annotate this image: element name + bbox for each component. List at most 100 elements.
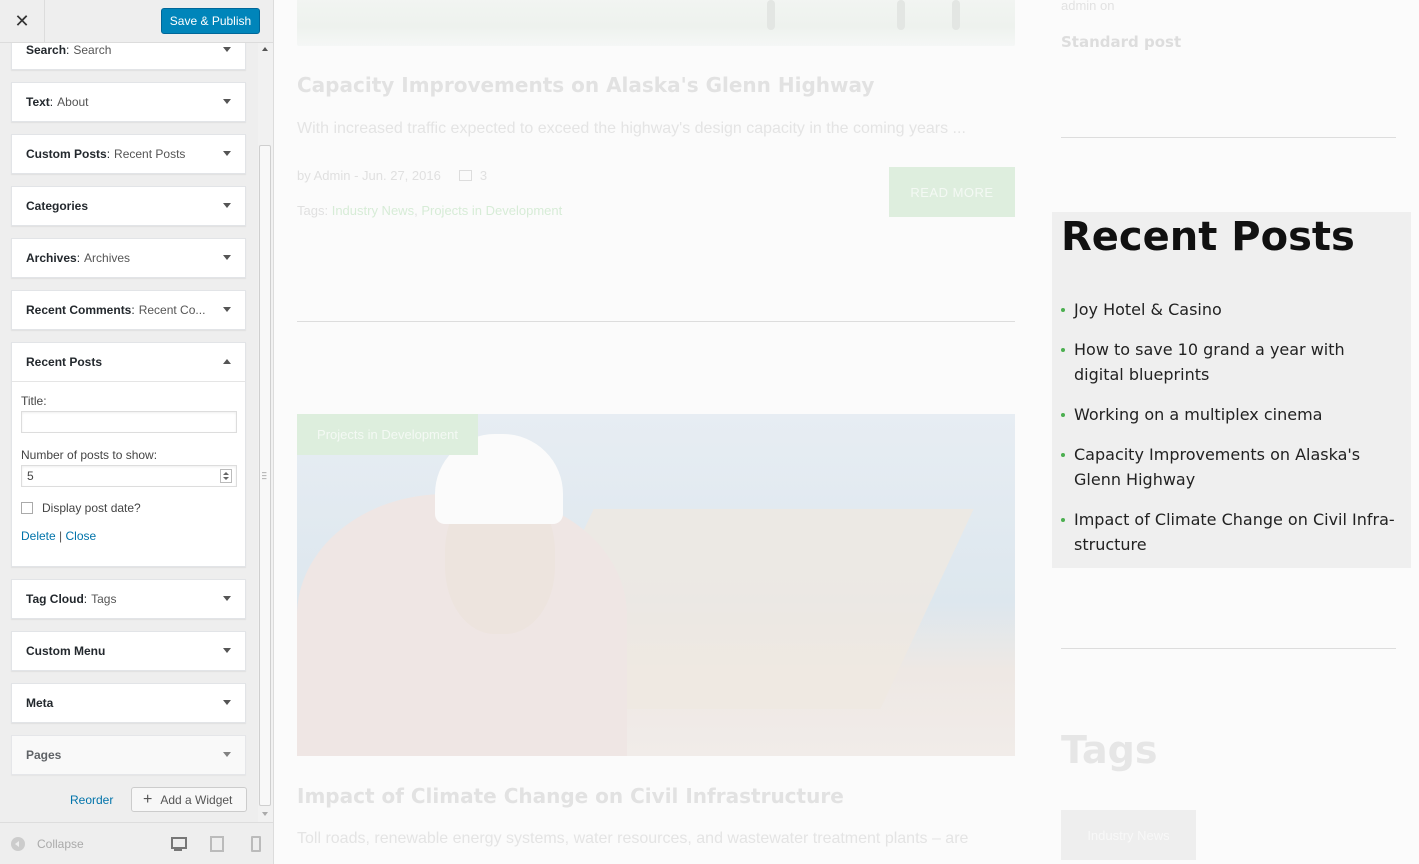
customizer-footer: Collapse [0,822,273,864]
tag-separator: , [414,203,418,218]
widget-tag-cloud[interactable]: Tag Cloud: Tags [11,579,246,619]
link-separator: | [59,529,63,543]
chevron-down-icon [223,99,231,104]
widget-custom-menu[interactable]: Custom Menu [11,631,246,671]
chevron-down-icon [223,255,231,260]
tags-label: Tags: [297,203,329,218]
widget-header[interactable]: Custom Posts: Recent Posts [12,135,245,173]
collapse-arrow-icon [11,837,25,851]
tablet-preview-icon[interactable] [209,836,225,852]
scroll-down-arrow-icon[interactable] [262,812,268,816]
widget-header[interactable]: Custom Menu [12,632,245,670]
comment-author: admin on [1061,0,1115,13]
widget-header[interactable]: Pages [12,736,245,774]
post-excerpt: Toll roads, renewable energy systems, wa… [297,830,969,847]
desktop-preview-icon[interactable] [170,837,187,851]
post-image-worker[interactable] [297,414,1015,756]
chevron-down-icon [223,648,231,653]
plus-icon: + [143,790,153,808]
widget-form: Title: Number of posts to show: 5 Displa… [12,381,245,543]
widget-recent-posts[interactable]: Recent Posts Title: Number of posts to s… [11,342,246,567]
chevron-down-icon [223,307,231,312]
mobile-preview-icon[interactable] [250,836,266,852]
widget-pages[interactable]: Pages [11,735,246,775]
scroll-up-arrow-icon[interactable] [262,47,268,51]
widget-actions: Delete | Close [21,529,236,543]
tree-shape [767,0,775,30]
add-widget-label: Add a Widget [160,792,233,807]
chevron-down-icon [223,596,231,601]
title-input[interactable] [21,411,237,433]
chevron-down-icon [223,700,231,705]
site-preview: Capacity Improvements on Alaska's Glenn … [274,0,1419,864]
divider [1061,648,1396,649]
divider [297,321,1015,322]
widget-list: Search: Search Text: About Custom Posts: Re… [0,0,258,822]
close-icon: ✕ [14,10,30,31]
post-tags: Tags: Industry News, Projects in Develop… [297,203,562,218]
chevron-up-icon [223,359,231,364]
post-image-highway[interactable] [297,0,1015,46]
widget-header[interactable]: Recent Comments: Recent Co... [12,291,245,329]
delete-link[interactable]: Delete [21,529,56,543]
tag-link[interactable]: Industry News [332,203,414,218]
count-label: Number of posts to show: [21,448,158,462]
comment-post-link[interactable]: Standard post [1061,33,1181,51]
tree-shape [897,0,905,30]
close-button[interactable]: ✕ [0,0,45,42]
chevron-down-icon [223,203,231,208]
tags-widget-title: Tags [1061,728,1158,772]
chevron-down-icon [223,47,231,52]
divider [1061,137,1396,138]
post-excerpt: With increased traffic expected to excee… [297,120,966,137]
recent-post-link[interactable]: Impact of Climate Change on Civil Infra-… [1060,507,1395,557]
tree-shape [952,0,960,30]
count-value: 5 [27,469,34,483]
chevron-down-icon [223,151,231,156]
reorder-link[interactable]: Reorder [70,793,113,807]
close-link[interactable]: Close [66,529,97,543]
post-title[interactable]: Impact of Climate Change on Civil Infras… [297,784,844,808]
customizer-header: ✕ Save & Publish [0,0,273,43]
title-label: Title: [21,394,47,408]
recent-posts-list: Joy Hotel & Casino How to save 10 grand … [1060,297,1395,572]
customizer-panel: Search: Search Text: About Custom Posts: Re… [0,0,274,864]
recent-post-link[interactable]: How to save 10 grand a year with digital… [1060,337,1395,387]
post-title[interactable]: Capacity Improvements on Alaska's Glenn … [297,73,874,97]
widget-archives[interactable]: Archives: Archives [11,238,246,278]
widget-header[interactable]: Text: About [12,83,245,121]
tag-link[interactable]: Projects in Development [421,203,562,218]
comment-count[interactable]: 3 [480,168,487,183]
recent-post-link[interactable]: Joy Hotel & Casino [1060,297,1395,322]
count-input[interactable]: 5 [21,465,237,487]
widget-custom-posts[interactable]: Custom Posts: Recent Posts [11,134,246,174]
comment-icon [458,170,472,181]
collapse-label: Collapse [37,837,84,851]
widget-header[interactable]: Categories [12,187,245,225]
widget-title: Recent Posts [1061,214,1355,260]
widget-header[interactable]: Archives: Archives [12,239,245,277]
recent-post-link[interactable]: Working on a multiplex cinema [1060,402,1395,427]
display-date-checkbox[interactable] [21,502,33,514]
widget-header[interactable]: Recent Posts [12,343,245,381]
post-meta: by Admin - Jun. 27, 2016 3 [297,168,487,183]
spinner-arrows-icon[interactable] [220,469,232,483]
widget-recent-comments[interactable]: Recent Comments: Recent Co... [11,290,246,330]
grip-icon[interactable]: – – – [262,469,266,483]
widget-categories[interactable]: Categories [11,186,246,226]
widget-text[interactable]: Text: About [11,82,246,122]
chevron-down-icon [223,752,231,757]
category-badge[interactable]: Projects in Development [297,414,478,455]
collapse-button[interactable]: Collapse [11,837,84,851]
tag-cloud-link[interactable]: Industry News [1061,810,1196,860]
recent-post-link[interactable]: Capacity Improvements on Alaska's Glenn … [1060,442,1395,492]
widget-meta[interactable]: Meta [11,683,246,723]
post-byline: by Admin - Jun. 27, 2016 [297,168,441,183]
save-publish-button[interactable]: Save & Publish [161,8,260,34]
read-more-button[interactable]: READ MORE [889,167,1015,217]
widget-header[interactable]: Meta [12,684,245,722]
recent-posts-widget: Recent Posts Joy Hotel & Casino How to s… [1052,212,1411,568]
add-widget-button[interactable]: + Add a Widget [131,787,247,812]
display-date-label: Display post date? [42,501,141,515]
widget-header[interactable]: Tag Cloud: Tags [12,580,245,618]
